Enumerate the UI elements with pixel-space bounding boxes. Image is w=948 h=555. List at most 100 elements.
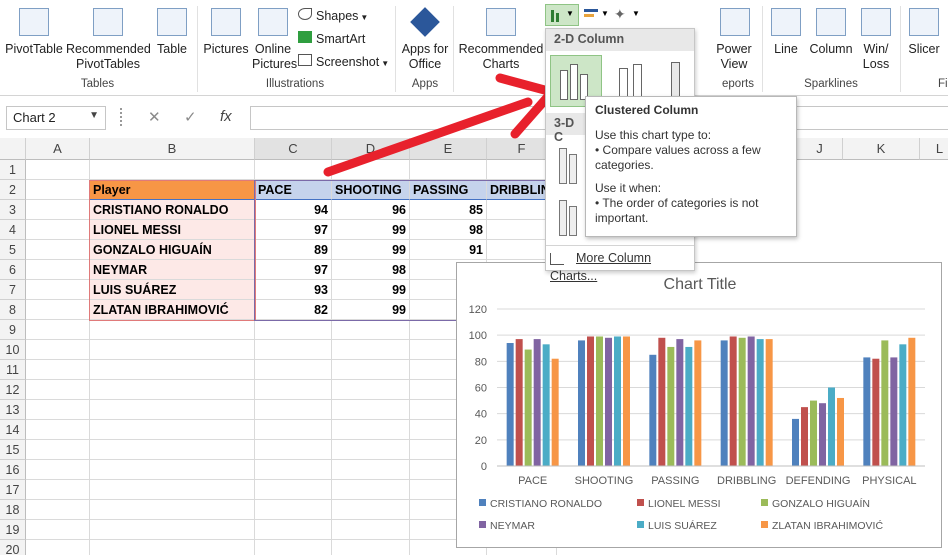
player-name-cell[interactable]: LIONEL MESSI <box>90 220 255 240</box>
cell[interactable] <box>332 400 410 420</box>
cell[interactable] <box>255 540 332 555</box>
row-header[interactable]: 10 <box>0 340 26 360</box>
column-header-l[interactable]: L <box>920 138 948 160</box>
stat-cell[interactable]: 99 <box>332 300 410 320</box>
row-header[interactable]: 1 <box>0 160 26 180</box>
radar-chart-button[interactable]: ✦ ▼ <box>612 6 642 24</box>
cell[interactable] <box>26 220 90 240</box>
stat-cell[interactable]: 99 <box>332 240 410 260</box>
stat-cell[interactable]: 82 <box>255 300 332 320</box>
cell[interactable] <box>26 240 90 260</box>
cell[interactable] <box>90 160 255 180</box>
cell[interactable] <box>26 400 90 420</box>
row-header[interactable]: 13 <box>0 400 26 420</box>
cell[interactable] <box>255 380 332 400</box>
cancel-icon[interactable]: ✕ <box>148 108 161 126</box>
cell[interactable] <box>90 500 255 520</box>
cell[interactable] <box>90 480 255 500</box>
cell[interactable] <box>255 360 332 380</box>
player-name-cell[interactable]: NEYMAR <box>90 260 255 280</box>
cell[interactable] <box>255 340 332 360</box>
cell[interactable] <box>26 480 90 500</box>
cell[interactable] <box>255 480 332 500</box>
column-header-j[interactable]: J <box>797 138 843 160</box>
cell[interactable] <box>90 360 255 380</box>
row-header[interactable]: 9 <box>0 320 26 340</box>
stat-cell[interactable]: 89 <box>255 240 332 260</box>
player-name-cell[interactable]: LUIS SUÁREZ <box>90 280 255 300</box>
bar-chart-button[interactable]: ▼ <box>582 6 609 24</box>
stat-cell[interactable]: 97 <box>255 220 332 240</box>
cell[interactable] <box>332 460 410 480</box>
cell[interactable] <box>332 440 410 460</box>
row-header[interactable]: 14 <box>0 420 26 440</box>
cell[interactable] <box>332 380 410 400</box>
cell[interactable] <box>90 520 255 540</box>
cell[interactable] <box>90 440 255 460</box>
row-header[interactable]: 12 <box>0 380 26 400</box>
cell[interactable] <box>26 320 90 340</box>
cell[interactable] <box>26 360 90 380</box>
shapes-button[interactable]: Shapes ▼ <box>298 8 390 25</box>
cell[interactable] <box>255 460 332 480</box>
cell[interactable] <box>26 160 90 180</box>
cell[interactable] <box>26 440 90 460</box>
row-header[interactable]: 7 <box>0 280 26 300</box>
more-column-charts-item[interactable]: More Column Charts... <box>550 249 692 283</box>
column-header-a[interactable]: A <box>26 138 90 160</box>
column-header-k[interactable]: K <box>843 138 920 160</box>
row-header[interactable]: 16 <box>0 460 26 480</box>
cell[interactable] <box>26 300 90 320</box>
stat-cell[interactable]: 94 <box>255 200 332 220</box>
cell[interactable] <box>255 440 332 460</box>
row-header[interactable]: 18 <box>0 500 26 520</box>
cell[interactable] <box>332 520 410 540</box>
row-header[interactable]: 19 <box>0 520 26 540</box>
stat-cell[interactable]: 97 <box>255 260 332 280</box>
cell[interactable] <box>332 420 410 440</box>
cell[interactable] <box>90 320 255 340</box>
cell[interactable] <box>26 540 90 555</box>
cell[interactable] <box>90 460 255 480</box>
cell[interactable] <box>90 340 255 360</box>
cell[interactable] <box>332 360 410 380</box>
cell[interactable] <box>255 400 332 420</box>
resize-handle[interactable] <box>120 108 124 126</box>
stat-cell[interactable]: 98 <box>410 220 487 240</box>
cell[interactable] <box>26 200 90 220</box>
insert-function-button[interactable]: fx <box>220 108 232 125</box>
row-header[interactable]: 3 <box>0 200 26 220</box>
row-header[interactable]: 20 <box>0 540 26 555</box>
cell[interactable] <box>90 380 255 400</box>
cell[interactable] <box>26 520 90 540</box>
cell[interactable] <box>255 520 332 540</box>
stat-cell[interactable]: 96 <box>332 200 410 220</box>
cell[interactable] <box>26 280 90 300</box>
row-header[interactable]: 11 <box>0 360 26 380</box>
cell[interactable] <box>26 340 90 360</box>
cell[interactable] <box>90 400 255 420</box>
player-name-cell[interactable]: CRISTIANO RONALDO <box>90 200 255 220</box>
select-all-corner[interactable] <box>0 138 26 160</box>
cell[interactable] <box>332 500 410 520</box>
3d-clustered-column-option[interactable] <box>550 139 586 191</box>
enter-icon[interactable]: ✓ <box>184 108 197 126</box>
stat-cell[interactable]: 93 <box>255 280 332 300</box>
cell[interactable] <box>255 320 332 340</box>
smartart-button[interactable]: SmartArt <box>298 31 390 47</box>
cell[interactable] <box>26 460 90 480</box>
chart-area[interactable]: Chart Title 0 20 40 60 80 100 120 PACE SHOOTING PA… <box>456 262 942 548</box>
name-box[interactable]: Chart 2 ▼ <box>6 106 106 130</box>
cell[interactable] <box>332 480 410 500</box>
chevron-down-icon[interactable]: ▼ <box>89 110 99 121</box>
stat-cell[interactable]: 99 <box>332 280 410 300</box>
row-header[interactable]: 8 <box>0 300 26 320</box>
player-name-cell[interactable]: ZLATAN IBRAHIMOVIĆ <box>90 300 255 320</box>
stat-cell[interactable]: 98 <box>332 260 410 280</box>
cell[interactable] <box>255 420 332 440</box>
cell[interactable] <box>90 420 255 440</box>
cell[interactable] <box>332 320 410 340</box>
cell[interactable] <box>26 380 90 400</box>
player-name-cell[interactable]: GONZALO HIGUAÍN <box>90 240 255 260</box>
header-cell-player[interactable]: Player <box>90 180 255 200</box>
